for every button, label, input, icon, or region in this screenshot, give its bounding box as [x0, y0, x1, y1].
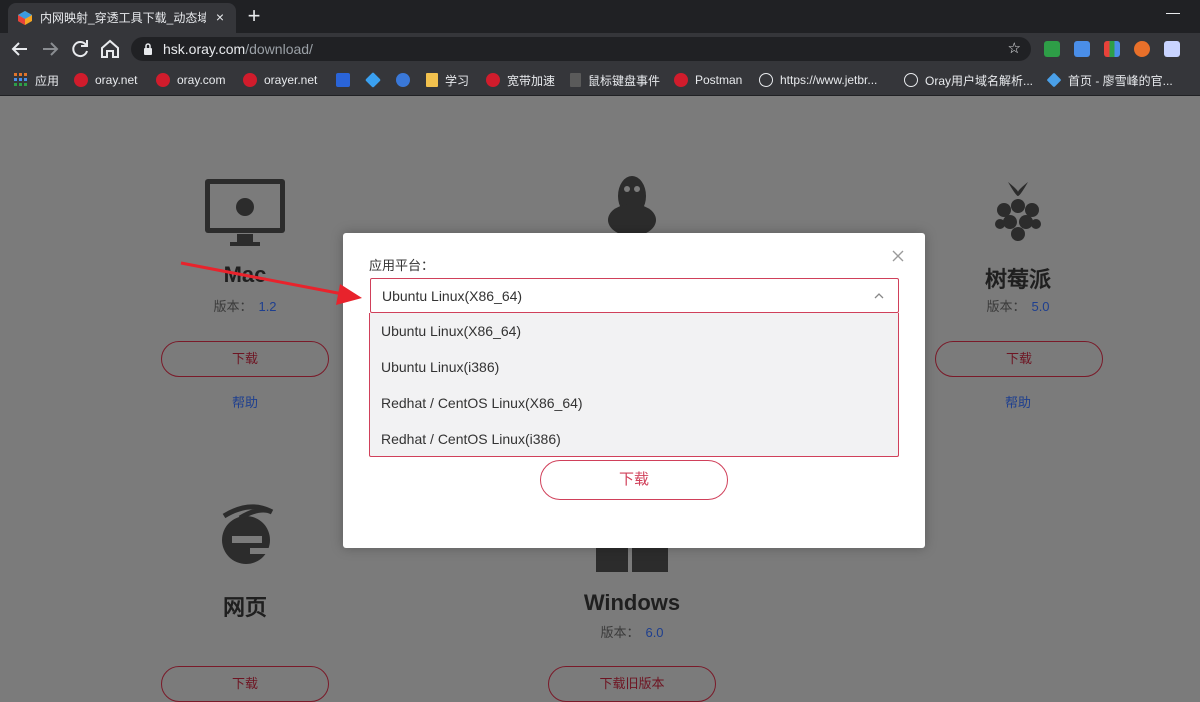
mac-help-link[interactable]: 帮助 [205, 392, 285, 411]
tab-bar: 内网映射_穿透工具下载_动态域名 × + [0, 0, 1200, 33]
version-number: 1.2 [258, 299, 277, 314]
oray-icon [486, 73, 500, 87]
platform-select-dialog: 应用平台： Ubuntu Linux(X86_64) Ubuntu Linux(… [343, 233, 925, 548]
globe-icon [904, 73, 918, 87]
web-title: 网页 [222, 595, 267, 620]
tab-title: 内网映射_穿透工具下载_动态域名 [40, 11, 206, 25]
tab-close-icon[interactable]: × [212, 9, 228, 25]
url-path: /download/ [245, 41, 313, 57]
mac-title: Mac [223, 262, 267, 287]
extension-shield-icon[interactable] [1164, 41, 1180, 57]
web-download-button[interactable]: 下载 [161, 666, 329, 702]
bookmark-label: 应用 [35, 73, 60, 88]
star-icon[interactable]: ☆ [1008, 40, 1021, 58]
bookmark-label: 学习 [445, 73, 470, 88]
bookmark-mouse-keyboard[interactable]: 鼠标键盘事件 [570, 72, 660, 88]
imac-icon [205, 179, 285, 246]
bookmark-label: Postman [695, 73, 743, 87]
linux-penguin-icon [608, 176, 656, 234]
windows-logo-icon [596, 544, 668, 572]
version-label: 版本： [213, 299, 253, 314]
rocket-icon [1046, 72, 1062, 88]
bookmark-orayer-net[interactable]: orayer.net [243, 72, 317, 88]
raspberry-version: 版本： 5.0 [958, 296, 1078, 315]
bookmark-apps[interactable]: 应用 [14, 72, 59, 88]
bookmark-label: oray.net [95, 73, 138, 87]
windows-old-version-button[interactable]: 下载旧版本 [548, 666, 716, 702]
oray-icon [243, 73, 257, 87]
reload-icon[interactable] [68, 37, 92, 61]
home-icon[interactable] [98, 37, 122, 61]
extension-orange-icon[interactable] [1134, 41, 1150, 57]
bookmark-postman[interactable]: Postman [674, 72, 742, 88]
folder-icon [426, 73, 438, 87]
version-label: 版本： [600, 625, 640, 640]
oray-icon [74, 73, 88, 87]
version-label: 版本： [986, 299, 1026, 314]
postman-icon [674, 73, 688, 87]
internet-explorer-icon [222, 504, 274, 564]
bookmark-label: https://www.jetbr... [780, 73, 878, 87]
diamond-icon [365, 72, 381, 88]
circle-e-icon [396, 73, 410, 87]
chevron-up-icon [874, 293, 884, 299]
new-tab-button[interactable]: + [244, 4, 264, 28]
bookmark-study-folder[interactable]: 学习 [426, 72, 469, 88]
bookmark-label: 首页 - 廖雪峰的官... [1068, 73, 1173, 88]
windows-title: Windows [583, 590, 681, 615]
platform-label: 应用平台： [369, 258, 435, 273]
platform-select[interactable]: Ubuntu Linux(X86_64) [370, 278, 899, 313]
bookmark-label: 鼠标键盘事件 [588, 73, 661, 88]
download-button[interactable]: 下载 [540, 460, 728, 500]
oray-icon [156, 73, 170, 87]
globe-icon [759, 73, 773, 87]
option-ubuntu-x86-64[interactable]: Ubuntu Linux(X86_64) [381, 313, 521, 349]
page-icon [570, 73, 581, 87]
oray-favicon-icon [18, 11, 32, 25]
bookmark-oray-com[interactable]: oray.com [156, 72, 225, 88]
version-number: 5.0 [1031, 299, 1050, 314]
bookmark-label: 宽带加速 [507, 73, 556, 88]
url-host: hsk.oray.com [163, 41, 246, 57]
bookmarks-bar: 应用 oray.net oray.com orayer.net 学习 宽带加速 … [0, 65, 1200, 96]
platform-dropdown: Ubuntu Linux(X86_64) Ubuntu Linux(i386) … [369, 313, 899, 457]
bookmark-baidu[interactable] [336, 72, 357, 88]
bookmark-broadband[interactable]: 宽带加速 [486, 72, 555, 88]
extension-grid-icon[interactable] [1104, 41, 1120, 57]
extension-doc-icon[interactable] [1074, 41, 1090, 57]
raspberry-help-link[interactable]: 帮助 [978, 392, 1058, 411]
baidu-icon [336, 73, 350, 87]
option-redhat-centos-i386[interactable]: Redhat / CentOS Linux(i386) [381, 421, 561, 457]
bookmark-oray-dns[interactable]: Oray用户域名解析... [904, 72, 1033, 88]
browser-tab[interactable]: 内网映射_穿透工具下载_动态域名 × [8, 3, 236, 33]
raspberry-title: 树莓派 [984, 267, 1051, 292]
bookmark-circle-e[interactable] [396, 72, 417, 88]
mac-version: 版本： 1.2 [185, 296, 305, 315]
arrow-left-icon[interactable] [8, 37, 32, 61]
arrow-right-icon[interactable] [38, 37, 62, 61]
bookmark-label: oray.com [177, 73, 226, 87]
url-text: hsk.oray.com/download/ [163, 41, 313, 57]
selected-platform: Ubuntu Linux(X86_64) [382, 288, 523, 304]
option-redhat-centos-x86-64[interactable]: Redhat / CentOS Linux(X86_64) [381, 385, 583, 421]
option-ubuntu-i386[interactable]: Ubuntu Linux(i386) [381, 349, 499, 385]
lock-icon [144, 43, 152, 55]
close-icon[interactable] [889, 247, 907, 265]
bookmark-label: Oray用户域名解析... [925, 73, 1034, 88]
extension-t-icon[interactable] [1044, 41, 1060, 57]
address-bar[interactable]: hsk.oray.com/download/ ☆ [131, 37, 1031, 61]
bookmark-oray-net[interactable]: oray.net [74, 72, 137, 88]
version-number: 6.0 [645, 625, 664, 640]
bookmark-diamond[interactable] [365, 72, 387, 88]
mac-download-button[interactable]: 下载 [161, 341, 329, 377]
raspberry-icon [995, 182, 1041, 241]
raspberry-download-button[interactable]: 下载 [935, 341, 1103, 377]
bookmark-liaoxuefeng[interactable]: 首页 - 廖雪峰的官... [1046, 72, 1173, 88]
windows-version: 版本： 6.0 [572, 622, 692, 641]
minimize-window-icon[interactable] [1160, 6, 1188, 22]
bookmark-label: orayer.net [264, 73, 318, 87]
apps-grid-icon [14, 73, 27, 86]
bookmark-jetbrains[interactable]: https://www.jetbr... [759, 72, 877, 88]
